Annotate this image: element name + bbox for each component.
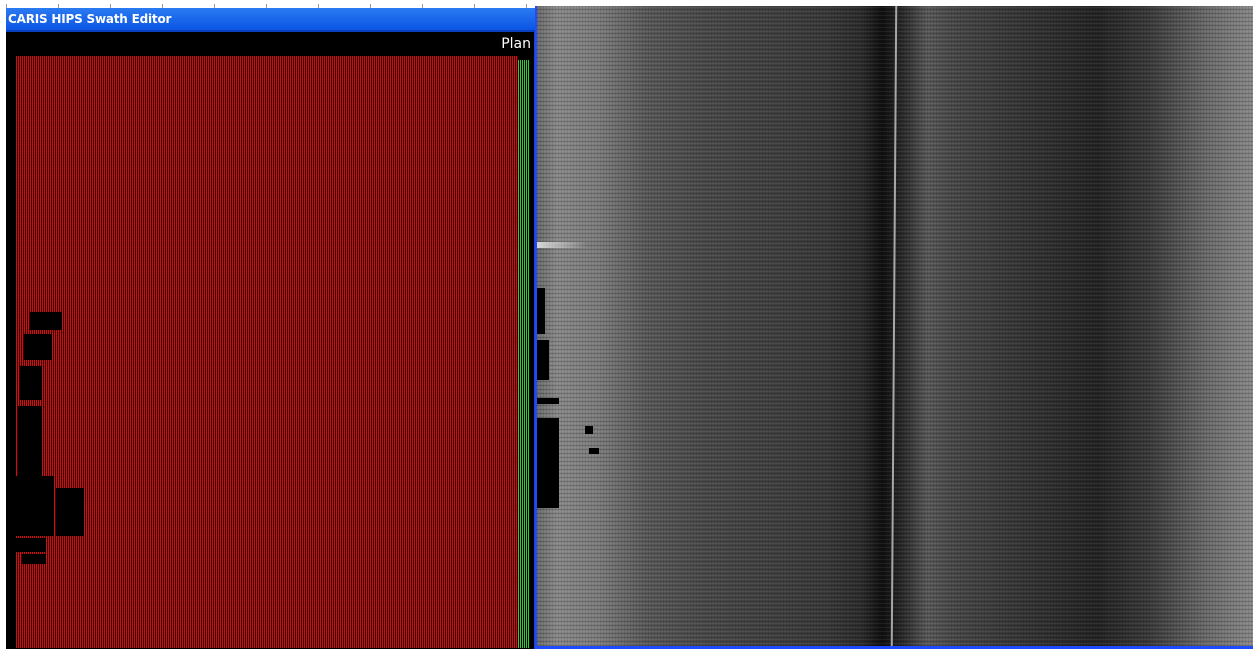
data-gap: [24, 334, 52, 360]
plan-view-label: Plan: [501, 36, 531, 52]
data-gap: [16, 476, 54, 536]
image-dropout: [589, 448, 599, 454]
data-gap: [30, 312, 62, 330]
data-gap: [56, 488, 84, 536]
accepted-soundings-edge: [518, 60, 530, 648]
image-dropout: [537, 288, 545, 334]
backscatter-image-window[interactable]: [535, 6, 1253, 649]
bright-return-streak: [537, 242, 587, 248]
window-title: CARIS HIPS Swath Editor: [8, 12, 172, 26]
data-gap: [18, 406, 42, 476]
swath-editor-window[interactable]: CARIS HIPS Swath Editor Plan: [6, 8, 535, 649]
plan-view-canvas[interactable]: [16, 56, 532, 648]
image-dropout: [537, 398, 559, 404]
data-gap: [22, 554, 46, 564]
data-gap: [16, 538, 46, 552]
sounding-grid[interactable]: [16, 56, 518, 648]
image-dropout: [537, 340, 549, 380]
image-dropout: [585, 426, 593, 434]
data-gap: [20, 366, 42, 400]
window-title-bar[interactable]: CARIS HIPS Swath Editor: [6, 8, 535, 32]
image-dropout: [537, 418, 559, 508]
